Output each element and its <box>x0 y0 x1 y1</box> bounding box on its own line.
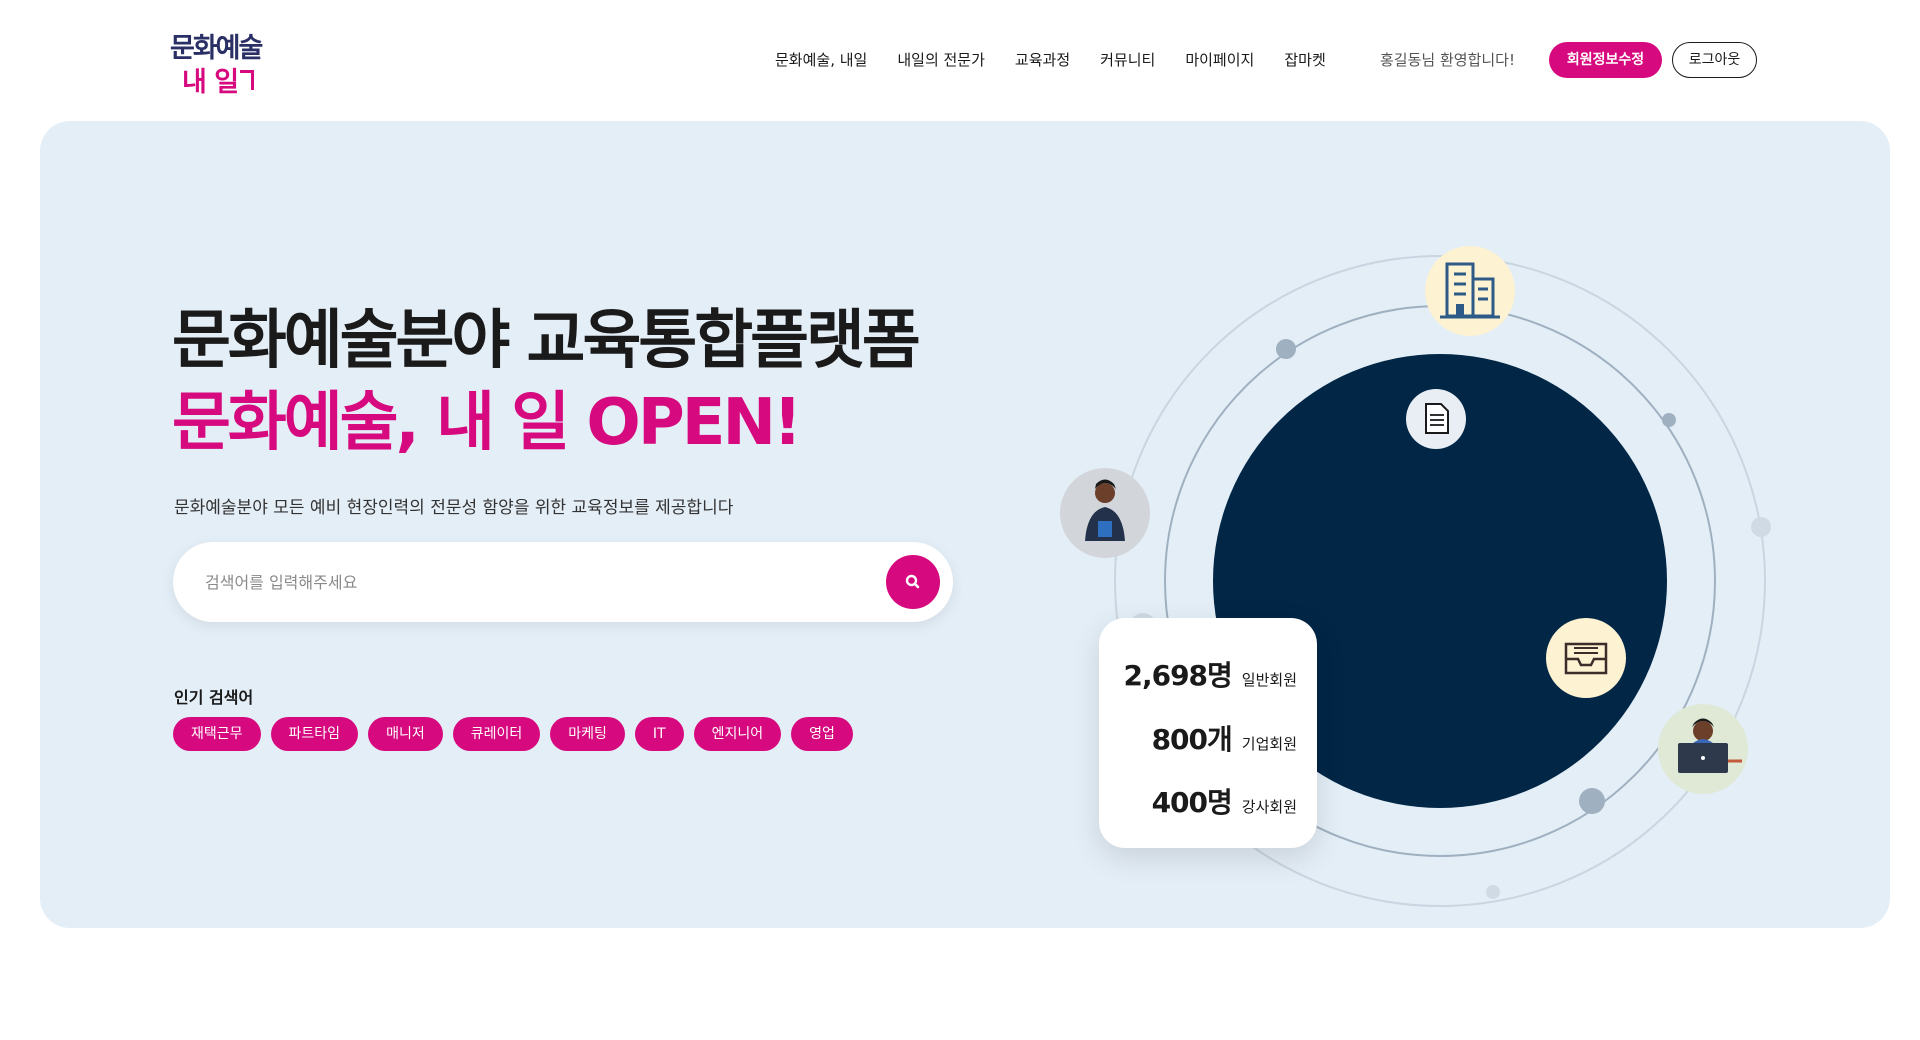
worker-avatar <box>1658 704 1748 794</box>
orbit-dot <box>1486 885 1500 899</box>
hero-title: 문화예술분야 교육통합플랫폼 <box>172 304 921 378</box>
nav-item-community[interactable]: 커뮤니티 <box>1100 49 1155 70</box>
logo-step-mark <box>240 70 254 90</box>
hero-section: 문화예술분야 교육통합플랫폼 문화예술, 내 일 OPEN! 문화예술분야 모든… <box>40 121 1890 928</box>
keyword-tag[interactable]: 엔지니어 <box>693 717 782 751</box>
keyword-tag[interactable]: 파트타임 <box>270 717 359 751</box>
stat-company-members: 800개 기업회원 <box>1152 718 1297 758</box>
logo-line2: 내 일 <box>182 67 239 98</box>
nav-item-mypage[interactable]: 마이페이지 <box>1185 49 1254 70</box>
orbit-dot <box>1662 413 1676 427</box>
main-nav: 문화예술, 내일 내일의 전문가 교육과정 커뮤니티 마이페이지 잡마켓 <box>775 49 1356 70</box>
hero-subtitle: 문화예술, 내 일 OPEN! <box>172 386 802 460</box>
site-header: 문화예술 내 일 문화예술, 내일 내일의 전문가 교육과정 커뮤니티 마이페이… <box>0 0 1920 120</box>
stat-value: 400명 <box>1151 786 1233 819</box>
keyword-tag[interactable]: 영업 <box>791 717 853 751</box>
keyword-tag[interactable]: IT <box>634 717 684 751</box>
stat-value: 2,698명 <box>1123 659 1232 692</box>
nav-item-experts[interactable]: 내일의 전문가 <box>897 49 985 70</box>
building-icon <box>1425 246 1515 336</box>
search-bar <box>173 542 953 622</box>
welcome-message: 홍길동님 환영합니다! <box>1380 51 1515 69</box>
hero-description: 문화예술분야 모든 예비 현장인력의 전문성 함양을 위한 교육정보를 제공합니… <box>174 498 734 518</box>
popular-keywords: 재택근무 파트타임 매니저 큐레이터 마케팅 IT 엔지니어 영업 <box>173 717 853 751</box>
keyword-tag[interactable]: 매니저 <box>368 717 443 751</box>
popular-keywords-label: 인기 검색어 <box>174 688 254 707</box>
search-button[interactable] <box>886 555 940 609</box>
keyword-tag[interactable]: 재택근무 <box>173 717 261 751</box>
keyword-tag[interactable]: 큐레이터 <box>452 717 541 751</box>
stat-instructor-members: 400명 강사회원 <box>1152 781 1297 821</box>
site-logo[interactable]: 문화예술 내 일 <box>170 26 263 98</box>
orbit-dot <box>1579 788 1605 814</box>
stat-value: 800개 <box>1151 723 1233 756</box>
stat-general-members: 2,698명 일반회원 <box>1123 654 1297 694</box>
edit-profile-button[interactable]: 회원정보수정 <box>1549 42 1662 78</box>
member-stats-card: 2,698명 일반회원 800개 기업회원 400명 강사회원 <box>1099 618 1317 848</box>
orbit-dot <box>1276 339 1296 359</box>
logout-button[interactable]: 로그아웃 <box>1672 42 1757 78</box>
nav-item-courses[interactable]: 교육과정 <box>1015 49 1070 70</box>
stat-label: 일반회원 <box>1241 671 1297 689</box>
search-input[interactable] <box>205 562 845 602</box>
orbit-dot <box>1751 517 1771 537</box>
search-icon <box>905 574 920 589</box>
nav-item-about[interactable]: 문화예술, 내일 <box>775 49 867 70</box>
student-avatar <box>1060 468 1150 558</box>
document-icon <box>1406 389 1466 449</box>
stat-label: 기업회원 <box>1241 735 1297 753</box>
inbox-icon <box>1546 618 1626 698</box>
keyword-tag[interactable]: 마케팅 <box>550 717 625 751</box>
stat-label: 강사회원 <box>1241 798 1297 816</box>
nav-item-jobmarket[interactable]: 잡마켓 <box>1284 49 1325 70</box>
